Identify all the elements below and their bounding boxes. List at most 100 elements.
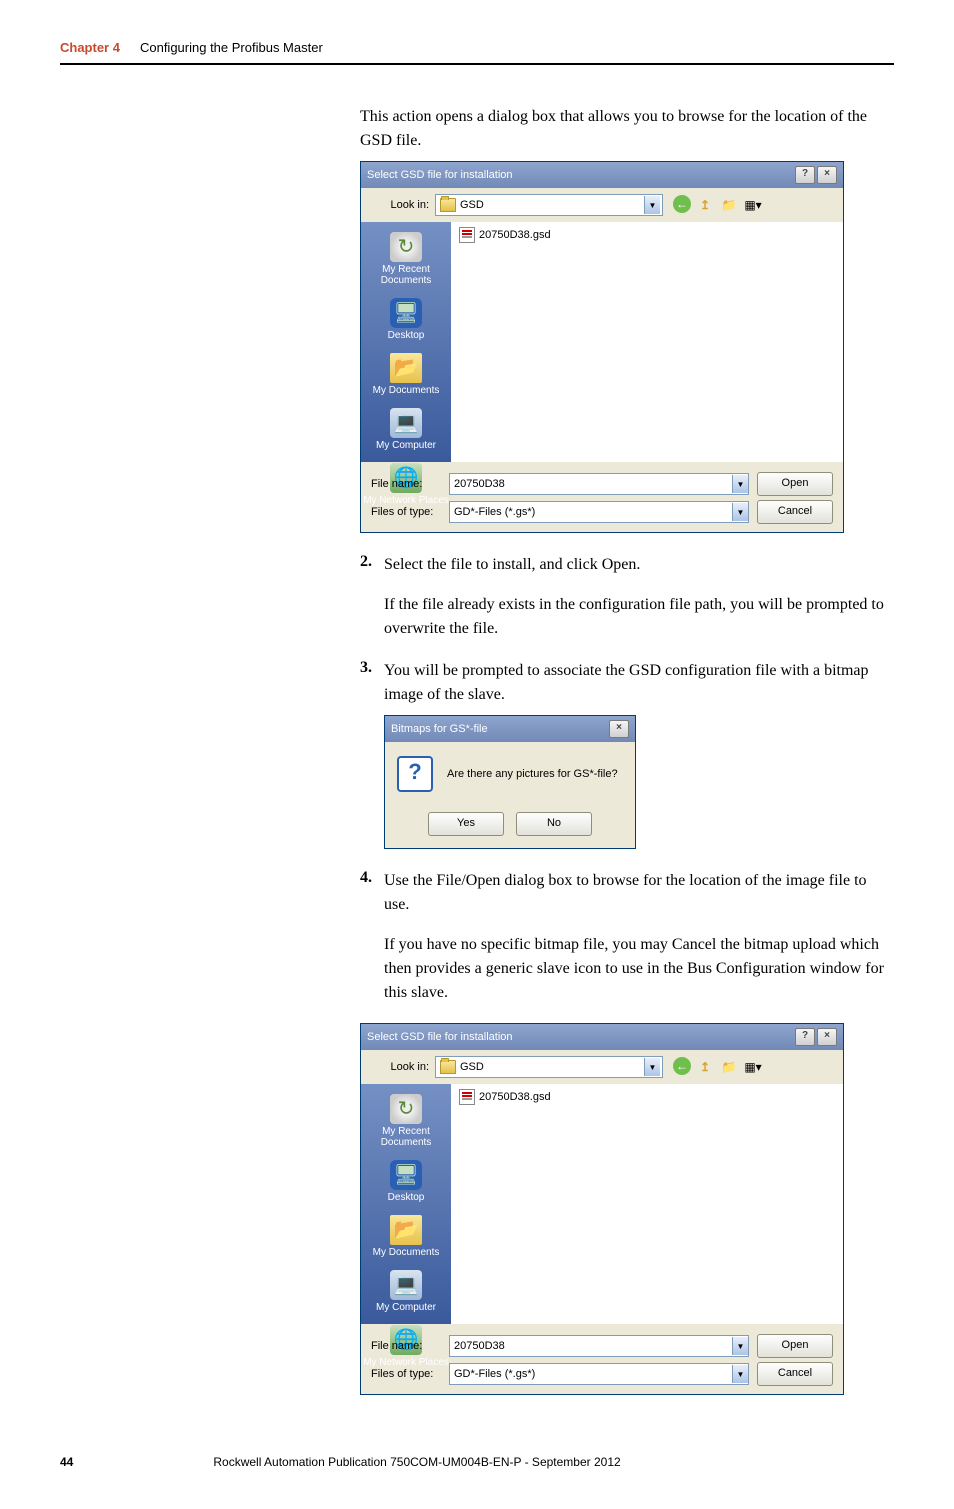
back-icon[interactable]: ← (673, 195, 691, 213)
place-recent-documents[interactable]: ↻ My Recent Documents (361, 1090, 451, 1152)
page-footer: 44 Rockwell Automation Publication 750CO… (60, 1455, 894, 1469)
place-label: My Computer (376, 1302, 436, 1313)
place-label: My Computer (376, 440, 436, 451)
place-label: My Network Places (363, 495, 449, 506)
step-text: Use the File/Open dialog box to browse f… (384, 869, 894, 917)
dialog-title: Select GSD file for installation (367, 1031, 513, 1043)
cancel-button[interactable]: Cancel (757, 1362, 833, 1386)
up-folder-icon[interactable]: ↥ (695, 195, 715, 215)
prompt-question: Are there any pictures for GS*-file? (447, 768, 618, 780)
help-icon[interactable]: ? (795, 166, 815, 184)
step-2: 2. Select the file to install, and click… (360, 553, 894, 577)
new-folder-icon[interactable]: 📁 (719, 195, 739, 215)
view-menu-icon[interactable]: ▦▾ (743, 1057, 763, 1077)
file-type-value: GD*-Files (*.gs*) (454, 1368, 732, 1380)
file-name-label: File name: (371, 1340, 441, 1352)
chevron-down-icon[interactable]: ▼ (732, 1337, 748, 1355)
place-my-documents[interactable]: 📂 My Documents (361, 1211, 451, 1262)
place-my-computer[interactable]: 💻 My Computer (361, 1266, 451, 1317)
publication-info: Rockwell Automation Publication 750COM-U… (213, 1455, 620, 1469)
step-number: 3. (360, 659, 384, 707)
file-type-value: GD*-Files (*.gs*) (454, 506, 732, 518)
file-name-label: File name: (371, 478, 441, 490)
back-icon[interactable]: ← (673, 1057, 691, 1075)
dialog-titlebar: Select GSD file for installation ? × (361, 162, 843, 188)
folder-icon (440, 198, 456, 212)
chevron-down-icon[interactable]: ▼ (644, 196, 660, 214)
file-name-input[interactable]: 20750D38 ▼ (449, 1335, 749, 1357)
page-header: Chapter 4 Configuring the Profibus Maste… (60, 40, 894, 55)
file-name-value: 20750D38 (454, 478, 732, 490)
up-folder-icon[interactable]: ↥ (695, 1057, 715, 1077)
gsd-file-icon (459, 1089, 475, 1105)
step-number: 2. (360, 553, 384, 577)
dialog-toolbar: Look in: GSD ▼ ← ↥ 📁 ▦▾ (361, 1050, 843, 1084)
chevron-down-icon[interactable]: ▼ (644, 1058, 660, 1076)
dialog-toolbar: Look in: GSD ▼ ← ↥ 📁 ▦▾ (361, 188, 843, 222)
chevron-down-icon[interactable]: ▼ (732, 475, 748, 493)
question-icon: ? (397, 756, 433, 792)
open-button[interactable]: Open (757, 1334, 833, 1358)
bitmaps-prompt-dialog: Bitmaps for GS*-file × ? Are there any p… (384, 715, 636, 849)
gsd-file-dialog-1: Select GSD file for installation ? × Loo… (360, 161, 844, 533)
places-bar: ↻ My Recent Documents 🖥 Desktop 📂 My Doc… (361, 222, 451, 462)
my-documents-icon: 📂 (390, 353, 422, 383)
desktop-icon: 🖥 (390, 298, 422, 328)
file-type-dropdown[interactable]: GD*-Files (*.gs*) ▼ (449, 1363, 749, 1385)
horizontal-rule (60, 63, 894, 65)
place-my-computer[interactable]: 💻 My Computer (361, 404, 451, 455)
open-button[interactable]: Open (757, 472, 833, 496)
cancel-button[interactable]: Cancel (757, 500, 833, 524)
close-icon[interactable]: × (609, 720, 629, 738)
place-label: My Documents (373, 385, 440, 396)
folder-icon (440, 1060, 456, 1074)
close-icon[interactable]: × (817, 1028, 837, 1046)
file-list-pane[interactable]: 20750D38.gsd (451, 1084, 843, 1324)
recent-documents-icon: ↻ (390, 232, 422, 262)
no-button[interactable]: No (516, 812, 592, 836)
recent-documents-icon: ↻ (390, 1094, 422, 1124)
chevron-down-icon[interactable]: ▼ (732, 503, 748, 521)
dialog-titlebar: Select GSD file for installation ? × (361, 1024, 843, 1050)
yes-button[interactable]: Yes (428, 812, 504, 836)
my-documents-icon: 📂 (390, 1215, 422, 1245)
help-icon[interactable]: ? (795, 1028, 815, 1046)
look-in-value: GSD (460, 1061, 484, 1073)
step-number: 4. (360, 869, 384, 917)
my-computer-icon: 💻 (390, 1270, 422, 1300)
file-list-item[interactable]: 20750D38.gsd (457, 1088, 837, 1106)
place-my-documents[interactable]: 📂 My Documents (361, 349, 451, 400)
intro-paragraph: This action opens a dialog box that allo… (360, 105, 894, 153)
dialog-title: Bitmaps for GS*-file (391, 723, 488, 735)
place-label: My Network Places (363, 1357, 449, 1368)
place-label: My Documents (373, 1247, 440, 1258)
file-list-item[interactable]: 20750D38.gsd (457, 226, 837, 244)
file-name-input[interactable]: 20750D38 ▼ (449, 473, 749, 495)
file-name-text: 20750D38.gsd (479, 229, 551, 241)
place-label: My Recent Documents (361, 1126, 451, 1148)
chapter-title: Configuring the Profibus Master (140, 40, 323, 55)
file-type-label: Files of type: (371, 1368, 441, 1380)
new-folder-icon[interactable]: 📁 (719, 1057, 739, 1077)
view-menu-icon[interactable]: ▦▾ (743, 195, 763, 215)
file-name-value: 20750D38 (454, 1340, 732, 1352)
gsd-file-icon (459, 227, 475, 243)
file-type-label: Files of type: (371, 506, 441, 518)
place-recent-documents[interactable]: ↻ My Recent Documents (361, 228, 451, 290)
look-in-dropdown[interactable]: GSD ▼ (435, 194, 663, 216)
place-desktop[interactable]: 🖥 Desktop (361, 1156, 451, 1207)
place-label: Desktop (388, 1192, 425, 1203)
chevron-down-icon[interactable]: ▼ (732, 1365, 748, 1383)
step-4-continuation: If you have no specific bitmap file, you… (384, 933, 894, 1005)
file-type-dropdown[interactable]: GD*-Files (*.gs*) ▼ (449, 501, 749, 523)
chapter-number: Chapter 4 (60, 40, 120, 55)
close-icon[interactable]: × (817, 166, 837, 184)
look-in-dropdown[interactable]: GSD ▼ (435, 1056, 663, 1078)
file-list-pane[interactable]: 20750D38.gsd (451, 222, 843, 462)
desktop-icon: 🖥 (390, 1160, 422, 1190)
my-computer-icon: 💻 (390, 408, 422, 438)
place-desktop[interactable]: 🖥 Desktop (361, 294, 451, 345)
places-bar: ↻ My Recent Documents 🖥 Desktop 📂 My Doc… (361, 1084, 451, 1324)
file-name-text: 20750D38.gsd (479, 1091, 551, 1103)
step-2-continuation: If the file already exists in the config… (384, 593, 894, 641)
